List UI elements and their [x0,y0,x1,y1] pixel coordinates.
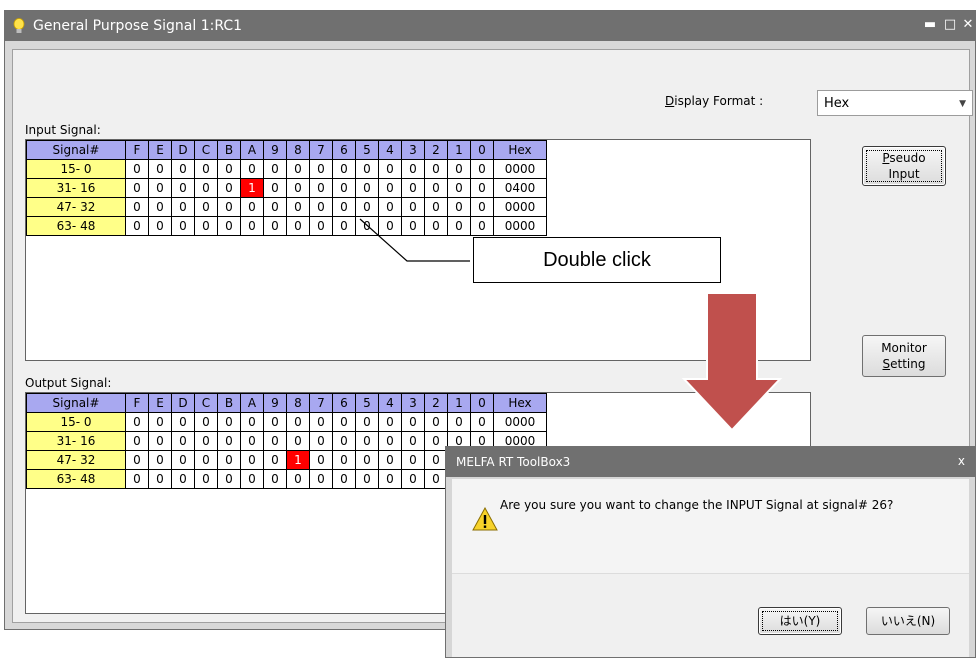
no-button[interactable]: いいえ(N) [866,607,950,635]
double-click-callout: Double click [473,237,721,283]
callout-leader-line [359,218,470,262]
dialog-close-icon[interactable]: x [958,454,965,468]
dialog-titlebar[interactable]: MELFA RT ToolBox3 x [446,447,975,477]
dialog-body: Are you sure you want to change the INPU… [452,479,969,573]
confirm-dialog: MELFA RT ToolBox3 x Are you sure you wan… [445,446,976,658]
dialog-message: Are you sure you want to change the INPU… [500,498,894,512]
dialog-footer: はい(Y) いいえ(N) [452,573,969,657]
dialog-title: MELFA RT ToolBox3 [456,455,571,469]
warning-icon [472,507,498,531]
down-arrow-icon [681,292,783,432]
yes-button[interactable]: はい(Y) [758,607,842,635]
